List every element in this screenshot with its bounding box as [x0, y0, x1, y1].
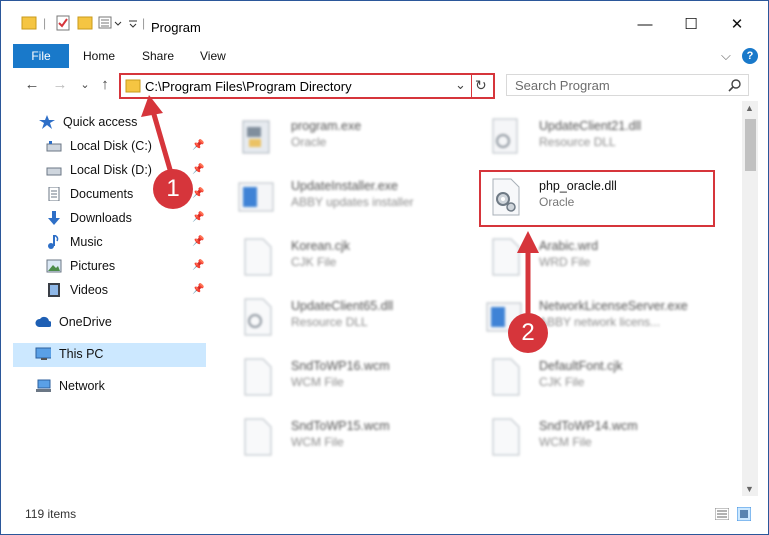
annotation-arrows: [141, 95, 539, 317]
arrow-2-head: [517, 231, 539, 253]
step-1-badge: 1: [153, 169, 193, 209]
step-2-badge: 2: [508, 313, 548, 353]
arrow-1-head: [141, 95, 163, 117]
arrow-1-line: [150, 110, 174, 174]
explorer-window: | | Program — ☐ ✕ File Home Share View ⌵…: [0, 0, 769, 535]
